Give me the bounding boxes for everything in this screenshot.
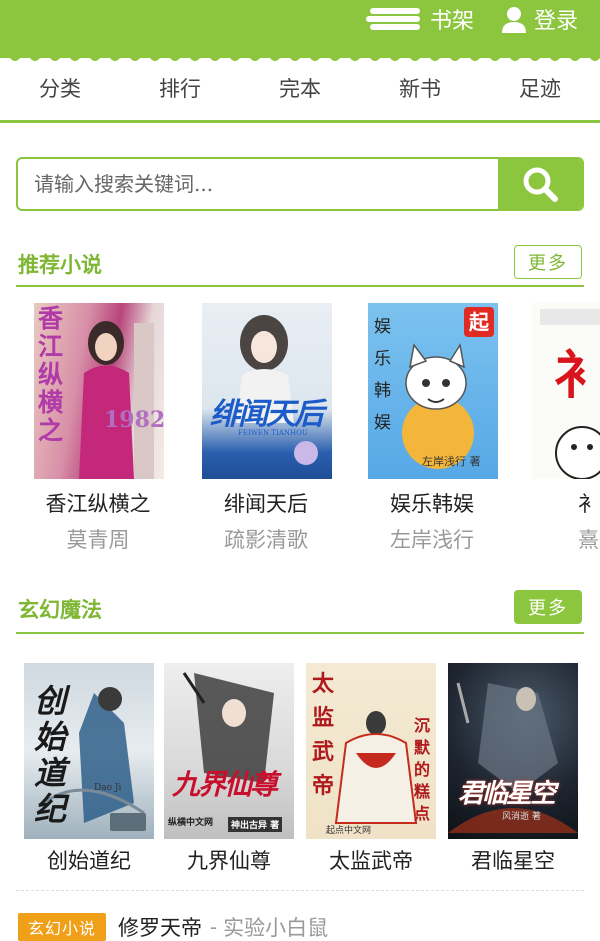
book-cover: 太监武帝 沉默的糕点 起点中文网 xyxy=(306,663,436,839)
cover-side-text: 沉默的糕点 xyxy=(414,716,431,823)
nav-divider xyxy=(0,120,600,123)
book-title: 香江纵横之 xyxy=(45,492,151,516)
search-button[interactable] xyxy=(498,159,582,209)
book-cover: 创始道纪 Dao Ji xyxy=(24,663,154,839)
book-title: 绯闻天后 xyxy=(224,492,308,516)
search-icon xyxy=(523,167,558,202)
cover-title: 太监武帝 xyxy=(312,671,335,799)
book-cover: 绯闻天后 FEIWEN TIANHOU xyxy=(202,303,332,479)
list-item-title[interactable]: 修罗天帝 xyxy=(118,912,202,941)
bookshelf-icon xyxy=(366,8,420,30)
tab-category[interactable]: 分类 xyxy=(0,64,120,122)
tab-new-books[interactable]: 新书 xyxy=(360,64,480,122)
book-title: 九界仙尊 xyxy=(187,849,271,873)
cover-figure xyxy=(555,426,600,479)
list-divider xyxy=(16,890,584,891)
top-bar: 书架 登录 xyxy=(0,0,600,61)
list-item-author: 实验小白鼠 xyxy=(223,916,329,940)
recommended-divider xyxy=(16,285,584,287)
book-author: 左岸浅行 xyxy=(390,528,474,552)
login-label: 登录 xyxy=(534,9,579,34)
section-title-recommended: 推荐小说 xyxy=(18,252,102,277)
cover-figure xyxy=(182,672,274,783)
book-title: 衤 xyxy=(578,492,599,516)
recommended-more-button[interactable]: 更多 xyxy=(514,245,582,279)
cover-author: 神出古异 著 xyxy=(228,817,283,832)
tab-history[interactable]: 足迹 xyxy=(480,64,600,122)
book-cover: 君临星空 风消逝 著 xyxy=(448,663,578,839)
cover-title: 绯闻天后 xyxy=(210,397,324,432)
user-icon xyxy=(502,7,526,33)
book-author: 莫青周 xyxy=(66,528,130,552)
book-title: 创始道纪 xyxy=(47,849,131,873)
cover-title: 君临星空 xyxy=(458,779,556,809)
wave-decoration xyxy=(0,52,600,61)
tab-ranking[interactable]: 排行 xyxy=(120,64,240,122)
cover-subtitle: Dao Ji xyxy=(94,783,122,793)
book-cover: 衤 xyxy=(532,303,600,479)
cover-title: 娱乐韩娱 xyxy=(374,317,391,433)
genre-badge: 玄幻小说 xyxy=(18,913,107,941)
login-link[interactable]: 登录 xyxy=(500,0,578,38)
fantasy-divider xyxy=(16,632,584,634)
book-cover: 香江纵横之 1982 xyxy=(34,303,164,479)
cover-author: 左岸浅行 著 xyxy=(422,455,481,468)
cover-badge: 起 xyxy=(464,307,494,337)
book-cover: 九界仙尊 纵横中文网 神出古异 著 xyxy=(164,663,294,839)
book-author: 疏影清歌 xyxy=(224,528,308,552)
cover-number: 1982 xyxy=(104,407,164,433)
book-title: 娱乐韩娱 xyxy=(390,492,474,516)
section-title-fantasy: 玄幻魔法 xyxy=(18,597,102,622)
cover-brand: 纵横中文网 xyxy=(168,818,214,828)
book-author: 熹 xyxy=(578,528,599,552)
tab-completed[interactable]: 完本 xyxy=(240,64,360,122)
cover-author: 风消逝 著 xyxy=(502,812,541,822)
book-cover: 娱乐韩娱 起 左岸浅行 著 xyxy=(368,303,498,479)
fantasy-more-button[interactable]: 更多 xyxy=(514,590,582,624)
book-title: 太监武帝 xyxy=(329,849,413,873)
cover-subtitle: FEIWEN TIANHOU xyxy=(238,429,308,437)
cover-title: 创始道纪 xyxy=(34,682,67,828)
cover-title: 九界仙尊 xyxy=(172,768,278,801)
bookshelf-label: 书架 xyxy=(430,9,475,34)
cover-title: 香江纵横之 xyxy=(38,304,64,445)
list-item-separator: - xyxy=(210,915,218,939)
bookshelf-link[interactable]: 书架 xyxy=(366,0,474,38)
search-input[interactable] xyxy=(18,159,500,209)
search-bar xyxy=(16,157,584,211)
cover-brand: 起点中文网 xyxy=(326,826,372,836)
main-nav: 分类 排行 完本 新书 足迹 xyxy=(0,64,600,122)
list-item[interactable]: 玄幻小说 修罗天帝 - 实验小白鼠 xyxy=(18,912,328,941)
book-title: 君临星空 xyxy=(471,849,555,873)
